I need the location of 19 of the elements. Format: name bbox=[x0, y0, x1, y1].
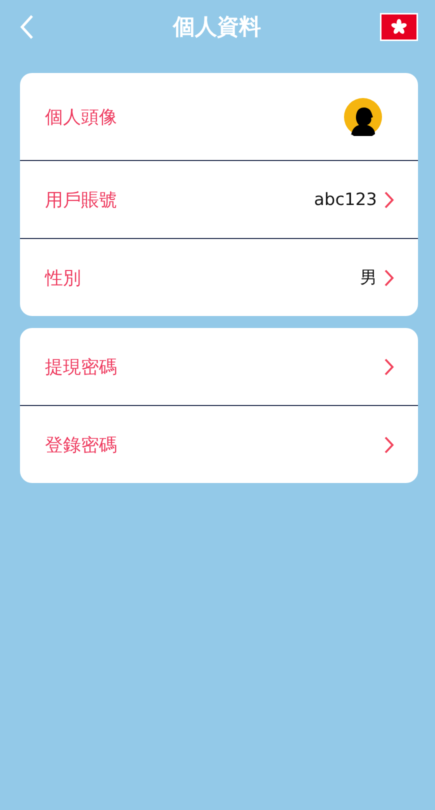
avatar-icon[interactable] bbox=[344, 98, 382, 136]
settings-row[interactable]: 個人頭像 bbox=[20, 73, 418, 161]
chevron-right-icon bbox=[384, 358, 394, 376]
settings-row[interactable]: 用戶賬號 abc123 bbox=[20, 161, 418, 239]
chevron-right-icon bbox=[384, 190, 394, 208]
page-title: 個人資料 bbox=[173, 14, 261, 42]
settings-row[interactable]: 提現密碼 bbox=[20, 328, 418, 406]
row-label: 用戶賬號 bbox=[45, 188, 118, 212]
chevron-right-icon bbox=[384, 268, 394, 286]
row-value: 男 bbox=[360, 267, 377, 289]
chevron-right-icon bbox=[384, 436, 394, 454]
flag-icon[interactable] bbox=[380, 13, 418, 41]
row-label: 登錄密碼 bbox=[45, 434, 118, 456]
settings-row[interactable]: 登錄密碼 bbox=[20, 406, 418, 483]
settings-row[interactable]: 性別 男 bbox=[20, 239, 418, 316]
row-label: 性別 bbox=[45, 266, 82, 290]
row-label: 提現密碼 bbox=[45, 356, 118, 378]
row-label: 個人頭像 bbox=[45, 106, 118, 128]
row-value: abc123 bbox=[314, 190, 377, 210]
